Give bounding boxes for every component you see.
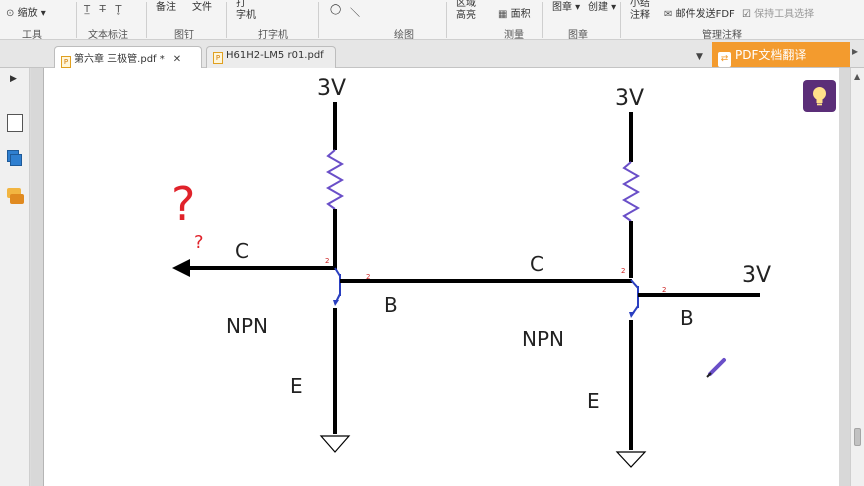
separator <box>76 2 77 38</box>
left-c-label: C <box>235 239 249 263</box>
typewriter-group-label: 打字机 <box>258 30 288 41</box>
pen-cursor-icon <box>706 358 726 378</box>
tab-document-2[interactable]: P H61H2-LM5 r01.pdf <box>206 46 336 68</box>
area-highlight-button[interactable]: 区域 高亮 <box>456 0 476 22</box>
email-fdf-button[interactable]: ✉ 邮件发送FDF <box>664 5 735 20</box>
file-attach-button[interactable]: 文件 <box>192 0 212 13</box>
left-e-label: E <box>290 374 303 398</box>
tools-group-label: 工具 <box>22 30 42 41</box>
scroll-up-icon[interactable]: ▲ <box>854 72 860 81</box>
pdf-icon: P <box>61 56 71 68</box>
left-vcc-label: 3V <box>317 76 346 101</box>
drawing-group-label: 绘图 <box>394 30 414 41</box>
keep-tool-checkbox[interactable]: ☑ 保持工具选择 <box>742 5 814 20</box>
translate-icon: ⇄ <box>718 52 731 67</box>
pdf-editor-window: ⊙ 缩放 ▾ 工具 T̲ T̶ T̥ 文本标注 备注 文件 图钉 打 字机 打字… <box>0 0 864 486</box>
zoom-icon: ⊙ <box>6 8 15 19</box>
pdf-icon: P <box>213 52 223 64</box>
manage-group-label: 管理注释 <box>702 30 742 41</box>
pin-group-label: 图钉 <box>174 30 194 41</box>
scroll-thumb[interactable] <box>854 428 861 446</box>
text-markup-buttons[interactable]: T̲ T̶ T̥ <box>84 4 121 15</box>
separator <box>226 2 227 38</box>
area-icon: ▦ <box>498 9 508 20</box>
vertical-scrollbar[interactable]: ▲ <box>850 68 864 486</box>
lightbulb-icon <box>813 87 826 106</box>
expand-sidebar-icon[interactable]: ▶ <box>10 74 26 92</box>
measure-group-label: 测量 <box>504 30 524 41</box>
separator <box>542 2 543 38</box>
navigation-sidebar: ▶ <box>0 68 30 486</box>
pdf-page[interactable]: 3V 2 2 C B NPN E ? ? 3V 2 2 3V C B NPN E <box>43 68 839 486</box>
right-vcc-label: 3V <box>615 86 644 111</box>
mid-c-label: C <box>530 252 544 276</box>
note-button[interactable]: 备注 <box>156 0 176 13</box>
separator <box>318 2 319 38</box>
right-b-label: B <box>680 306 694 330</box>
left-resistor <box>325 149 345 210</box>
output-arrow-icon <box>172 259 190 277</box>
right-ground-symbol <box>615 451 647 468</box>
pages-icon[interactable] <box>7 114 23 132</box>
question-mark-big: ? <box>171 177 195 231</box>
svg-text:2: 2 <box>325 257 329 265</box>
right-e-label: E <box>587 389 600 413</box>
separator <box>146 2 147 38</box>
comments-icon[interactable] <box>7 188 24 206</box>
layers-icon[interactable] <box>7 150 23 168</box>
question-mark-small: ? <box>194 232 204 253</box>
left-b-label: B <box>384 293 398 317</box>
right-npn-label: NPN <box>522 327 564 351</box>
text-replace-icon[interactable]: T̶ <box>100 4 106 15</box>
zoom-button[interactable]: ⊙ 缩放 ▾ <box>6 4 46 19</box>
text-insert-icon[interactable]: T̲ <box>84 4 90 15</box>
ribbon-toolbar: ⊙ 缩放 ▾ 工具 T̲ T̶ T̥ 文本标注 备注 文件 图钉 打 字机 打字… <box>0 0 864 41</box>
summary-comments-button[interactable]: 小结 注释 <box>630 0 650 22</box>
tips-button[interactable] <box>803 80 836 112</box>
create-stamp-button[interactable]: 创建 ▾ <box>588 0 616 13</box>
separator <box>446 2 447 38</box>
left-npn-label: NPN <box>226 314 268 338</box>
right-resistor <box>621 161 641 222</box>
tab-document-1[interactable]: P 第六章 三极管.pdf * ✕ <box>54 46 202 68</box>
text-delete-icon[interactable]: T̥ <box>115 4 121 15</box>
stamp-button[interactable]: 图章 ▾ <box>552 0 580 13</box>
pdf-translate-button[interactable]: ⇄ PDF文档翻译 <box>712 42 850 67</box>
line-tool[interactable]: ＼ <box>350 4 360 19</box>
svg-text:2: 2 <box>621 267 625 275</box>
stamp-group-label: 图章 <box>568 30 588 41</box>
collapse-arrow-icon[interactable]: ▸ <box>852 44 858 58</box>
typewriter-button[interactable]: 打 字机 <box>236 0 256 22</box>
separator <box>620 2 621 38</box>
tab-list-dropdown-icon[interactable]: ▼ <box>696 52 703 62</box>
textmark-group-label: 文本标注 <box>88 30 128 41</box>
ellipse-tool[interactable]: ◯ <box>330 4 341 15</box>
area-measure-button[interactable]: ▦ 面积 <box>498 5 531 20</box>
email-icon: ✉ <box>664 9 673 20</box>
left-ground-symbol <box>319 435 351 453</box>
circuit-diagram: 3V 2 2 C B NPN E ? ? 3V 2 2 3V C B NPN E <box>171 76 771 468</box>
checkbox-icon: ☑ <box>742 9 751 20</box>
close-icon[interactable]: ✕ <box>173 54 181 65</box>
right-base-supply-label: 3V <box>742 263 771 288</box>
svg-text:2: 2 <box>662 286 666 294</box>
